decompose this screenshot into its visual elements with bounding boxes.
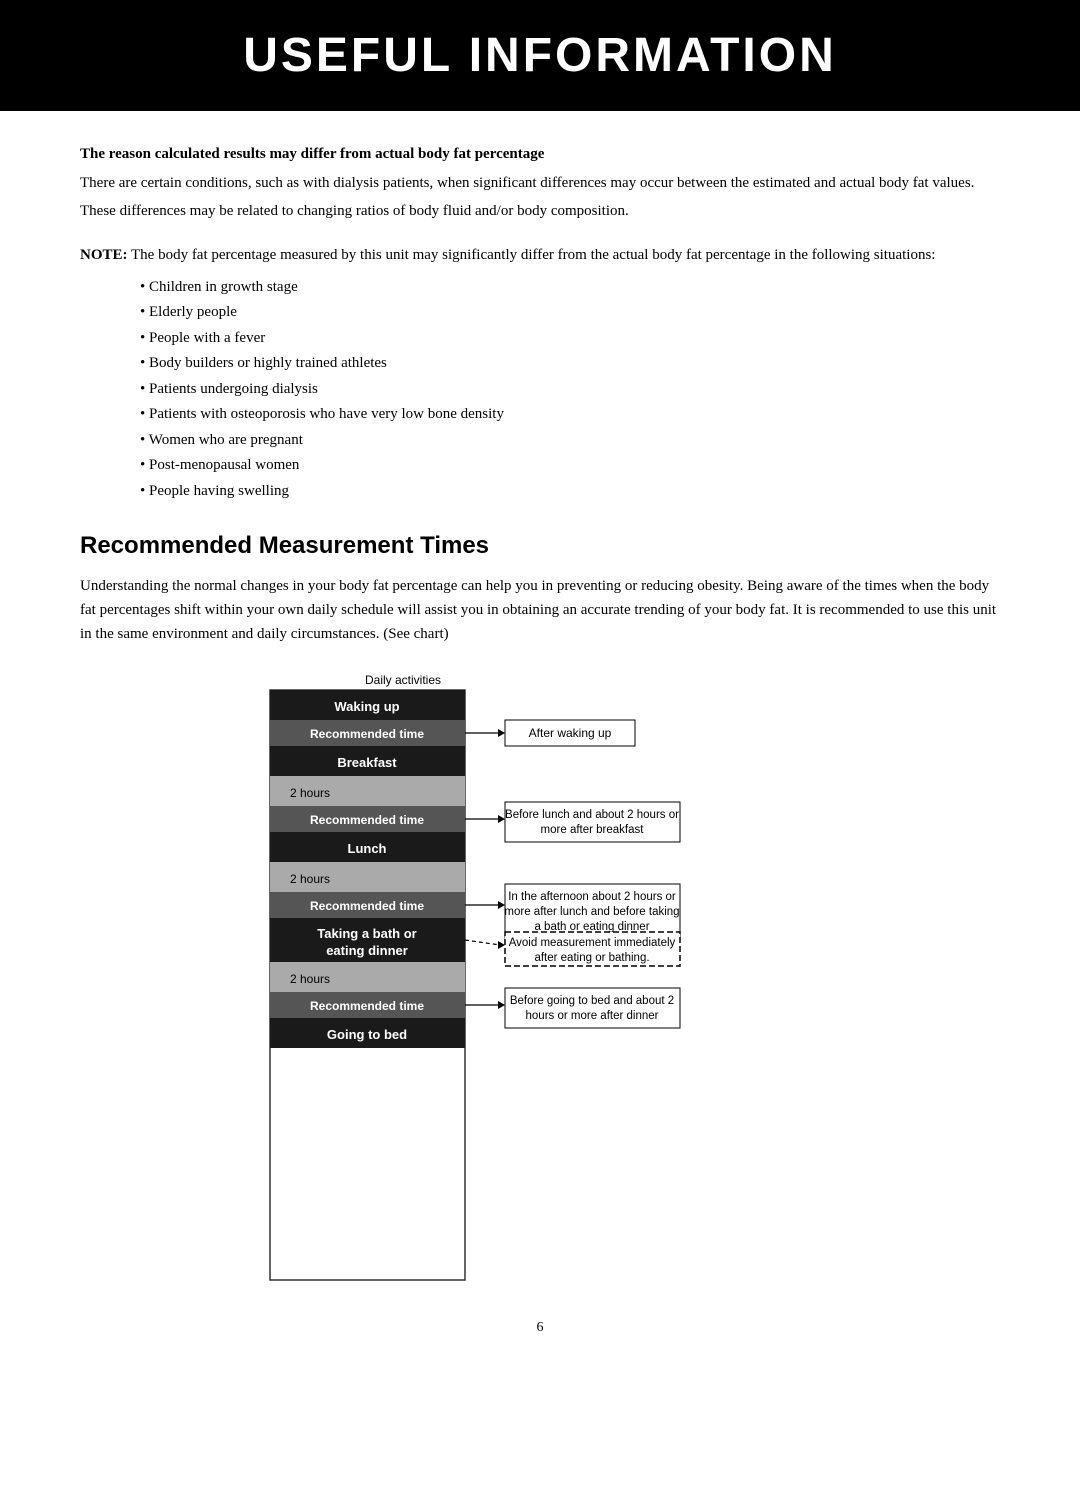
note-block: NOTE: The body fat percentage measured b… [80,243,1000,505]
annotation-bedtime-2: hours or more after dinner [526,1010,659,1022]
annotation-avoid-1: Avoid measurement immediately [509,937,676,949]
dashed-line-1 [465,940,500,945]
rec-time-4-label: Recommended time [310,999,424,1013]
lunch-label: Lunch [348,841,387,856]
annotation-afternoon-3: a bath or eating dinner [534,921,649,933]
rec-time-3-label: Recommended time [310,899,424,913]
annotation-bedtime-1: Before going to bed and about 2 [510,995,674,1007]
note-text: The body fat percentage measured by this… [128,247,936,263]
going-to-bed-label: Going to bed [327,1027,407,1042]
arrow-head-1 [498,729,505,737]
annotation-lunch-2: more after breakfast [541,824,645,836]
annotation-afternoon-1: In the afternoon about 2 hours or [508,891,676,903]
annotation-waking-up: After waking up [529,726,612,740]
bullet-list: Children in growth stage Elderly people … [140,275,1000,505]
hours-3-label: 2 hours [290,972,330,986]
list-item: Elderly people [140,300,1000,326]
list-item: Children in growth stage [140,275,1000,301]
body-fat-heading: The reason calculated results may differ… [80,143,1000,166]
note-label: NOTE: [80,247,128,263]
waking-up-label: Waking up [334,699,399,714]
list-item: Body builders or highly trained athletes [140,351,1000,377]
annotation-avoid-2: after eating or bathing. [534,952,649,964]
body-fat-para1: There are certain conditions, such as wi… [80,172,1000,195]
annotation-lunch-1: Before lunch and about 2 hours or [505,809,679,821]
bath-dinner-label-1: Taking a bath or [317,926,416,941]
chart-wrapper: Daily activities Waking up Recommended t… [80,670,1000,1290]
page: USEFUL INFORMATION The reason calculated… [0,0,1080,1493]
bath-dinner-label-2: eating dinner [326,943,408,958]
arrow-head-2 [498,815,505,823]
list-item: Post-menopausal women [140,453,1000,479]
hours-1-label: 2 hours [290,786,330,800]
annotation-afternoon-2: more after lunch and before taking [504,906,679,918]
daily-activities-label: Daily activities [365,673,441,687]
rec-time-1-label: Recommended time [310,727,424,741]
rmt-intro: Understanding the normal changes in your… [80,574,1000,646]
page-title: USEFUL INFORMATION [40,28,1040,83]
rmt-heading: Recommended Measurement Times [80,532,1000,560]
rec-time-2-label: Recommended time [310,813,424,827]
list-item: People with a fever [140,326,1000,352]
dashed-arrow-1 [498,941,505,949]
hours-2-label: 2 hours [290,872,330,886]
title-banner: USEFUL INFORMATION [0,0,1080,111]
page-number: 6 [80,1320,1000,1336]
arrow-head-4 [498,1001,505,1009]
list-item: Women who are pregnant [140,428,1000,454]
measurement-chart: Daily activities Waking up Recommended t… [260,670,820,1290]
breakfast-label: Breakfast [337,755,397,770]
list-item: Patients with osteoporosis who have very… [140,402,1000,428]
body-fat-section: The reason calculated results may differ… [80,143,1000,223]
list-item: Patients undergoing dialysis [140,377,1000,403]
body-fat-para2: These differences may be related to chan… [80,200,1000,223]
list-item: People having swelling [140,479,1000,505]
